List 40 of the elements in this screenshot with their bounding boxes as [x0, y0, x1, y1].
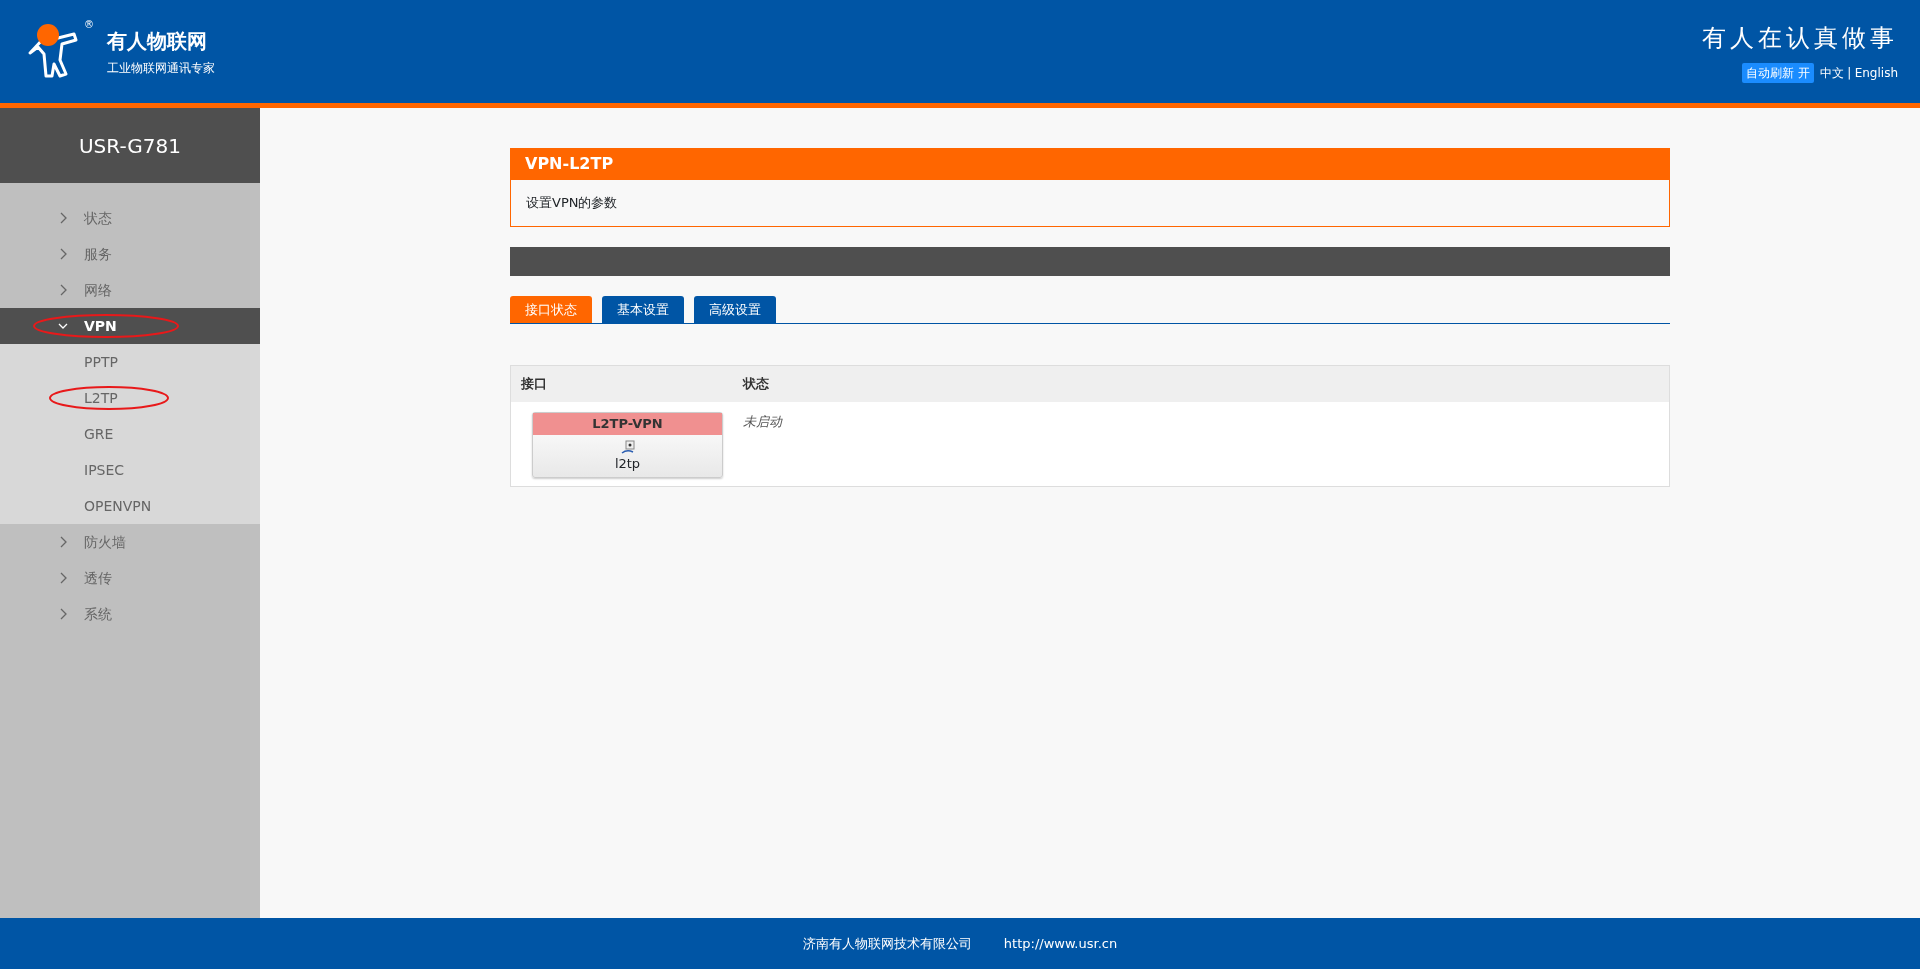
- chevron-right-icon: [58, 536, 68, 548]
- sidebar-item[interactable]: 服务: [0, 236, 260, 272]
- panel-description: 设置VPN的参数: [526, 195, 618, 210]
- chevron-right-icon: [58, 608, 68, 620]
- slogan: 有人在认真做事: [1702, 23, 1898, 55]
- sidebar-item[interactable]: 网络: [0, 272, 260, 308]
- sidebar-subitem[interactable]: OPENVPN: [0, 488, 260, 524]
- sidebar-item[interactable]: 防火墙: [0, 524, 260, 560]
- tab[interactable]: 基本设置: [602, 295, 684, 323]
- sidebar-item[interactable]: 透传: [0, 560, 260, 596]
- chevron-right-icon: [58, 212, 68, 224]
- sidebar-item[interactable]: VPN: [0, 308, 260, 344]
- auto-refresh-toggle[interactable]: 自动刷新 开: [1741, 62, 1814, 83]
- brand-name: 有人物联网: [107, 27, 208, 55]
- website-link[interactable]: http://www.usr.cn: [1003, 933, 1118, 954]
- sidebar-item[interactable]: 系统: [0, 596, 260, 632]
- device-title: USR-G781: [0, 108, 260, 183]
- interface-name: L2TP-VPN: [533, 413, 722, 435]
- chevron-right-icon: [58, 248, 68, 260]
- tab[interactable]: 高级设置: [694, 295, 776, 323]
- sidebar-item[interactable]: 状态: [0, 200, 260, 236]
- sidebar-subitem[interactable]: IPSEC: [0, 452, 260, 488]
- network-icon: [620, 440, 635, 454]
- registered-mark: ®: [84, 19, 94, 30]
- language-link[interactable]: English: [1854, 63, 1898, 82]
- language-link[interactable]: 中文: [1820, 63, 1845, 82]
- tagline: 工业物联网通讯专家: [107, 60, 215, 78]
- device-name: l2tp: [613, 455, 642, 473]
- sidebar-subitem[interactable]: L2TP: [0, 380, 260, 416]
- panel-title: VPN-L2TP: [510, 148, 1670, 180]
- company-name: 济南有人物联网技术有限公司: [802, 934, 972, 953]
- tab[interactable]: 接口状态: [510, 295, 592, 323]
- sidebar-subitem[interactable]: GRE: [0, 416, 260, 452]
- column-header: 接口: [520, 375, 548, 394]
- chevron-right-icon: [58, 284, 68, 296]
- column-header: 状态: [743, 375, 769, 394]
- status-text: 未启动: [743, 413, 782, 431]
- chevron-right-icon: [58, 572, 68, 584]
- sidebar-subitem[interactable]: PPTP: [0, 344, 260, 380]
- separator: |: [1847, 64, 1852, 82]
